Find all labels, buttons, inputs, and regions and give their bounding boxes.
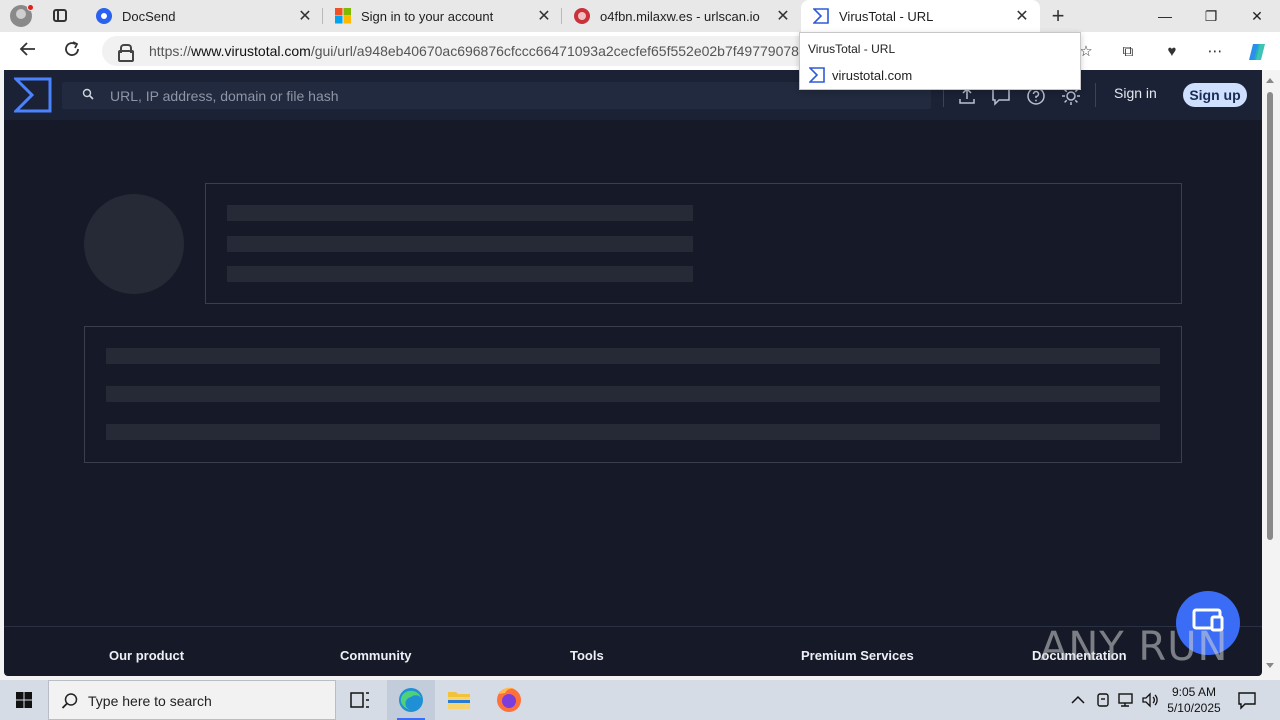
clock-time: 9:05 AM — [1171, 685, 1217, 699]
collections-icon[interactable]: ⧉ — [1118, 42, 1138, 62]
notification-dot — [27, 4, 34, 11]
windows-taskbar: Type here to search 9:05 AM 5/10/2025 — [0, 680, 1280, 720]
copilot-icon[interactable] — [1247, 42, 1267, 62]
docsend-icon — [96, 8, 112, 24]
start-button[interactable] — [0, 680, 48, 720]
network-icon[interactable] — [1116, 691, 1136, 720]
clock-date: 5/10/2025 — [1167, 701, 1221, 715]
file-explorer-icon[interactable] — [435, 680, 483, 720]
back-icon[interactable] — [15, 39, 41, 63]
tab-virustotal[interactable]: VirusTotal - URL ✕ — [801, 0, 1040, 32]
windows-logo-icon — [16, 692, 32, 708]
firefox-icon[interactable] — [485, 680, 533, 720]
header-divider — [1095, 83, 1096, 107]
page-scrollbar[interactable] — [1262, 70, 1278, 676]
task-view-icon[interactable] — [336, 680, 384, 720]
browser-toolbar: https://www.virustotal.com/gui/url/a948e… — [0, 32, 1280, 70]
anyrun-watermark: ANY RUN — [1040, 610, 1240, 670]
skeleton-avatar — [84, 194, 184, 294]
virustotal-icon — [813, 8, 829, 24]
scroll-down-icon[interactable] — [1266, 663, 1274, 668]
minimize-button[interactable]: — — [1142, 0, 1188, 32]
tooltip-domain: virustotal.com — [832, 68, 913, 83]
skeleton-line — [227, 266, 693, 282]
edge-taskbar-icon[interactable] — [387, 680, 435, 720]
microsoft-icon — [335, 8, 351, 24]
urlscan-icon — [574, 8, 590, 24]
more-options-icon[interactable]: ⋯ — [1205, 42, 1225, 62]
browser-tab-strip: DocSend ✕ Sign in to your account ✕ o4fb… — [0, 0, 1280, 32]
close-icon[interactable]: ✕ — [532, 6, 556, 26]
taskbar-search-box[interactable]: Type here to search — [48, 680, 336, 720]
tab-hover-tooltip: VirusTotal - URL virustotal.com — [799, 32, 1081, 90]
tab-actions-icon[interactable] — [49, 6, 71, 26]
virustotal-page: Sign in Sign up Our product Community To… — [4, 70, 1262, 676]
browser-essentials-icon[interactable]: ♥ — [1162, 42, 1182, 62]
virustotal-icon — [808, 67, 825, 88]
close-window-button[interactable]: ✕ — [1234, 0, 1280, 32]
anyrun-watermark-text: ANY RUN — [1040, 624, 1229, 670]
scrollbar-thumb[interactable] — [1267, 92, 1273, 540]
page-viewport: Sign in Sign up Our product Community To… — [0, 70, 1280, 680]
tab-sign-in[interactable]: Sign in to your account ✕ — [323, 0, 562, 32]
tab-title: o4fbn.milaxw.es - urlscan.io — [600, 8, 760, 24]
tab-urlscan[interactable]: o4fbn.milaxw.es - urlscan.io ✕ — [562, 0, 801, 32]
footer-community[interactable]: Community — [340, 648, 412, 663]
vt-search-input[interactable] — [110, 82, 890, 109]
volume-icon[interactable] — [1140, 691, 1160, 720]
tab-docsend[interactable]: DocSend ✕ — [84, 0, 323, 32]
taskbar-clock[interactable]: 9:05 AM 5/10/2025 — [1160, 684, 1228, 716]
virustotal-logo-icon[interactable] — [12, 77, 52, 118]
footer-our-product[interactable]: Our product — [109, 648, 184, 663]
scroll-up-icon[interactable] — [1266, 78, 1274, 83]
notifications-icon[interactable] — [1236, 690, 1258, 720]
restore-button[interactable]: ❐ — [1188, 0, 1234, 32]
address-url[interactable]: https://www.virustotal.com/gui/url/a948e… — [149, 43, 799, 59]
search-icon — [61, 693, 78, 709]
tab-title: VirusTotal - URL — [839, 8, 934, 24]
footer-tools[interactable]: Tools — [570, 648, 604, 663]
skeleton-line — [106, 386, 1160, 402]
close-icon[interactable]: ✕ — [1010, 6, 1034, 26]
tab-title: Sign in to your account — [361, 8, 494, 24]
sign-up-button[interactable]: Sign up — [1183, 83, 1247, 107]
tab-title: DocSend — [122, 8, 176, 24]
device-icon[interactable] — [1094, 691, 1112, 720]
refresh-icon[interactable] — [59, 39, 85, 63]
skeleton-line — [106, 424, 1160, 440]
skeleton-line — [227, 236, 693, 252]
search-icon — [82, 88, 94, 100]
skeleton-line — [106, 348, 1160, 364]
sign-in-link[interactable]: Sign in — [1114, 85, 1157, 101]
footer-premium-services[interactable]: Premium Services — [801, 648, 914, 663]
tooltip-title: VirusTotal - URL — [808, 42, 896, 56]
skeleton-summary-card — [205, 183, 1182, 304]
taskbar-search-placeholder: Type here to search — [88, 693, 212, 709]
skeleton-line — [227, 205, 693, 221]
close-icon[interactable]: ✕ — [771, 6, 795, 26]
skeleton-details-card — [84, 326, 1182, 463]
new-tab-button[interactable]: + — [1046, 4, 1070, 28]
close-icon[interactable]: ✕ — [293, 6, 317, 26]
show-hidden-icons[interactable] — [1068, 692, 1088, 720]
lock-icon[interactable] — [118, 44, 134, 62]
address-bar[interactable]: https://www.virustotal.com/gui/url/a948e… — [102, 36, 822, 66]
